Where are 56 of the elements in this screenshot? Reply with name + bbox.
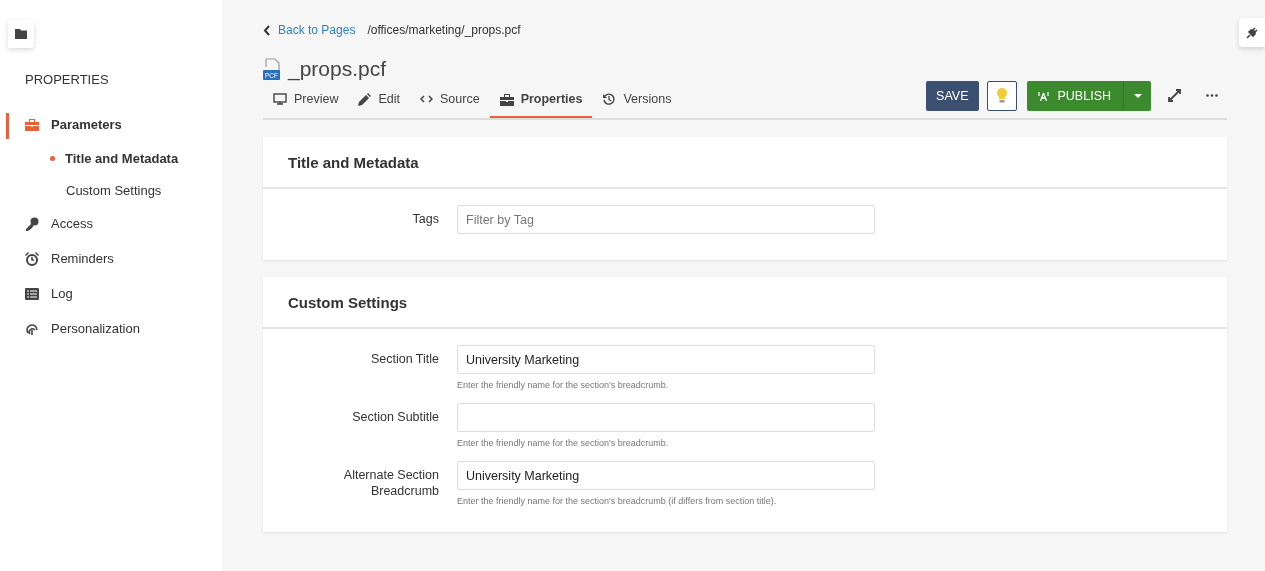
sidebar-item-label: Access xyxy=(51,216,93,231)
sidebar-subitem[interactable]: Custom Settings xyxy=(0,174,222,206)
input-field[interactable]: Filter by Tag xyxy=(457,205,875,234)
fingerprint-icon xyxy=(25,321,39,336)
sidebar-item[interactable]: Access xyxy=(0,206,222,241)
more-icon xyxy=(1206,94,1218,97)
chevron-left-icon xyxy=(263,24,271,36)
code-icon xyxy=(420,94,433,104)
toolbox-icon xyxy=(25,118,39,131)
sidebar-heading: PROPERTIES xyxy=(25,72,110,87)
pencil-icon xyxy=(358,92,372,106)
field-label: Alternate Section Breadcrumb xyxy=(342,467,439,500)
history-icon xyxy=(602,92,617,106)
expand-icon xyxy=(1167,89,1181,102)
help-text: Enter the friendly name for the section's breadcrumb. xyxy=(457,380,670,390)
alarm-clock-icon xyxy=(25,251,39,266)
tab[interactable]: Preview xyxy=(263,82,349,118)
sidebar-item[interactable]: Log xyxy=(0,276,222,311)
sidebar-item[interactable]: Reminders xyxy=(0,241,222,276)
save-button[interactable]: SAVE xyxy=(926,80,979,111)
sidebar-subitem[interactable]: Title and Metadata xyxy=(0,142,222,174)
folder-icon xyxy=(15,29,27,39)
folder-button[interactable] xyxy=(8,20,34,48)
sidebar-item-label: Log xyxy=(51,286,73,301)
help-text: Enter the friendly name for the section's breadcrumb. xyxy=(457,438,670,448)
field-label: Section Subtitle xyxy=(351,409,439,426)
sidebar-item-label: Personalization xyxy=(51,321,140,336)
tab[interactable]: Properties xyxy=(489,82,593,118)
tab[interactable]: Edit xyxy=(348,82,410,118)
input-field[interactable]: University Marketing xyxy=(457,345,875,374)
plug-button[interactable] xyxy=(1239,18,1265,47)
monitor-icon xyxy=(273,93,287,105)
back-link[interactable]: Back to Pages xyxy=(263,23,356,37)
help-text: Enter the friendly name for the section's breadcrumb (if differs from section title). xyxy=(457,496,778,506)
input-field[interactable] xyxy=(457,403,875,432)
key-icon xyxy=(25,216,39,231)
plug-icon xyxy=(1246,26,1258,39)
card-title: Title and Metadata xyxy=(288,153,419,171)
sidebar-item[interactable]: Parameters xyxy=(0,107,222,142)
lightbulb-button[interactable] xyxy=(986,80,1017,111)
list-icon xyxy=(25,287,39,300)
field-label: Section Title xyxy=(369,351,439,368)
file-title: _props.pcf xyxy=(288,58,387,80)
broadcast-icon xyxy=(1036,90,1050,101)
sidebar-item-label: Reminders xyxy=(51,251,114,266)
tab[interactable]: Source xyxy=(410,82,490,118)
tab[interactable]: Versions xyxy=(592,82,682,118)
input-field[interactable]: University Marketing xyxy=(457,461,875,490)
file-path: /offices/marketing/_props.pcf xyxy=(367,23,521,37)
sidebar-item-label: Parameters xyxy=(51,117,122,132)
field-label: Tags xyxy=(411,211,439,228)
caret-icon xyxy=(1133,93,1142,98)
toolbox-icon xyxy=(499,92,514,106)
sidebar-item[interactable]: Personalization xyxy=(0,311,222,346)
lightbulb-icon xyxy=(996,88,1007,103)
card-title: Custom Settings xyxy=(288,293,408,311)
